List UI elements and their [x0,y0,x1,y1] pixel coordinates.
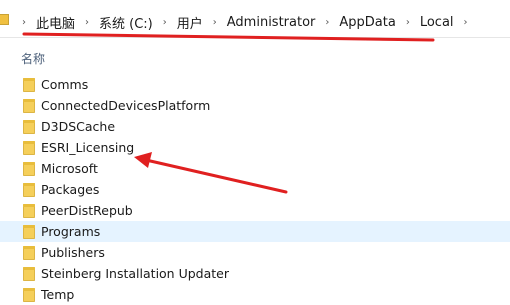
folder-name: PeerDistRepub [41,203,133,218]
folder-name: Programs [41,224,101,239]
folder-name: Comms [41,77,89,92]
address-bar[interactable]: › 此电脑 › 系统 (C:) › 用户 › Administrator › A… [0,7,510,38]
folder-name: ESRI_Licensing [41,140,135,155]
folder-icon [23,266,35,281]
folder-icon [0,14,9,25]
breadcrumb-appdata[interactable]: AppData [339,13,395,32]
folder-row-programs[interactable]: Programs [0,221,510,242]
chevron-right-icon[interactable]: › [85,17,89,28]
breadcrumb-system-c[interactable]: 系统 (C:) [99,11,153,34]
chevron-right-icon[interactable]: › [22,17,26,28]
folder-row-d3dscache[interactable]: D3DSCache [0,116,510,137]
breadcrumb-administrator[interactable]: Administrator [227,13,316,32]
chevron-right-icon[interactable]: › [213,17,217,28]
folder-row-esri-licensing[interactable]: ESRI_Licensing [0,137,510,158]
folder-row-comms[interactable]: Comms [0,74,510,95]
folder-row-microsoft[interactable]: Microsoft [0,158,510,179]
folder-name: D3DSCache [41,119,116,134]
folder-row-peerdistrepub[interactable]: PeerDistRepub [0,200,510,221]
chevron-right-icon[interactable]: › [464,17,468,28]
folder-row-publishers[interactable]: Publishers [0,242,510,263]
chevron-right-icon[interactable]: › [163,17,167,28]
folder-icon [23,119,35,134]
folder-icon [23,182,35,197]
folder-icon [23,140,35,155]
folder-row-steinberg-installation-updater[interactable]: Steinberg Installation Updater [0,263,510,284]
breadcrumb-local[interactable]: Local [420,13,454,32]
breadcrumb-users[interactable]: 用户 [177,11,203,34]
chevron-right-icon[interactable]: › [325,17,329,28]
folder-icon [23,98,35,113]
folder-name: ConnectedDevicesPlatform [41,98,211,113]
breadcrumb-this-pc[interactable]: 此电脑 [36,11,75,34]
folder-name: Packages [41,182,100,197]
folder-icon [23,203,35,218]
folder-row-packages[interactable]: Packages [0,179,510,200]
folder-icon [23,161,35,176]
folder-name: Steinberg Installation Updater [41,266,229,281]
folder-icon [23,224,35,239]
folder-icon [23,77,35,92]
breadcrumb: › 此电脑 › 系统 (C:) › 用户 › Administrator › A… [18,7,478,37]
chevron-right-icon[interactable]: › [406,17,410,28]
folder-row-connecteddevicesplatform[interactable]: ConnectedDevicesPlatform [0,95,510,116]
folder-icon [23,245,35,260]
file-list: Comms ConnectedDevicesPlatform D3DSCache… [0,74,510,305]
folder-name: Microsoft [41,161,98,176]
folder-name: Publishers [41,245,105,260]
name-column-header[interactable]: 名称 [21,50,45,67]
